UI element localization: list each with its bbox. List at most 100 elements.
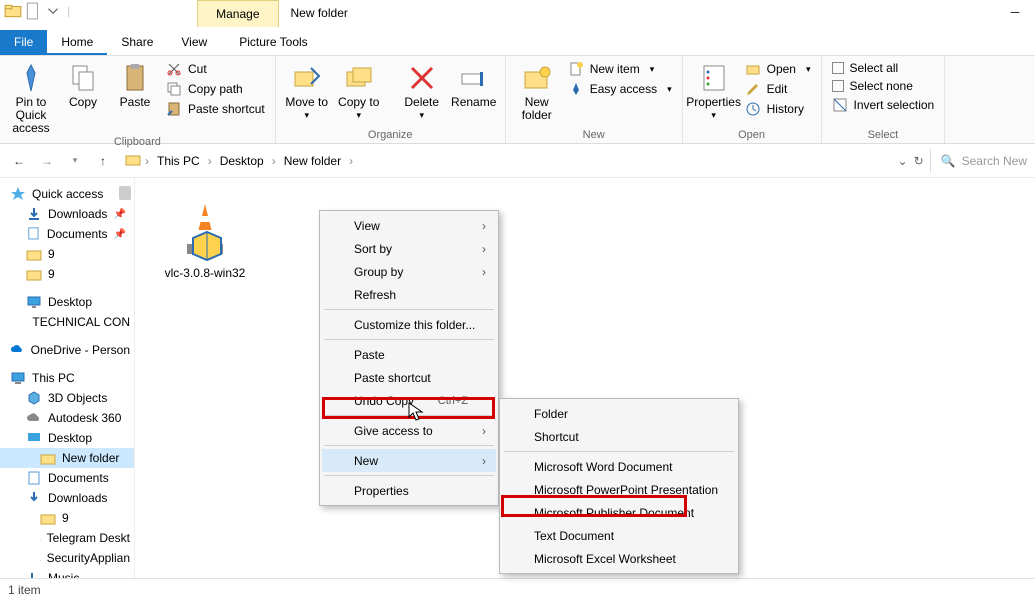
folder-icon bbox=[40, 510, 56, 526]
cut-button[interactable]: Cut bbox=[162, 60, 269, 78]
submenu-powerpoint[interactable]: PMicrosoft PowerPoint Presentation bbox=[502, 478, 736, 501]
copy-to-button[interactable]: Copy to▾ bbox=[334, 58, 384, 121]
folder-icon bbox=[26, 266, 42, 282]
separator bbox=[324, 339, 494, 340]
nav-this-pc[interactable]: This PC bbox=[0, 368, 134, 388]
submenu-word[interactable]: WMicrosoft Word Document bbox=[502, 455, 736, 478]
ribbon-group-new: New folder New item▾ Easy access▾ New bbox=[506, 56, 683, 143]
chevron-right-icon[interactable]: › bbox=[208, 154, 212, 168]
download-icon bbox=[26, 206, 42, 222]
nav-desktop[interactable]: Desktop bbox=[0, 292, 134, 312]
nav-security[interactable]: SecurityApplian bbox=[0, 548, 134, 568]
address-bar: ← → ▾ ↑ › This PC › Desktop › New folder… bbox=[0, 144, 1035, 178]
paste-label: Paste bbox=[120, 96, 151, 109]
ctx-new[interactable]: New› bbox=[322, 449, 496, 472]
scrollbar-thumb[interactable] bbox=[119, 186, 131, 200]
ctx-group-by[interactable]: Group by› bbox=[322, 260, 496, 283]
up-button[interactable]: ↑ bbox=[92, 150, 114, 172]
invert-selection-button[interactable]: Invert selection bbox=[828, 96, 939, 114]
tab-share[interactable]: Share bbox=[107, 30, 167, 55]
submenu-folder[interactable]: Folder bbox=[502, 402, 736, 425]
context-menu: View› Sort by› Group by› Refresh Customi… bbox=[319, 210, 499, 506]
rename-button[interactable]: Rename bbox=[449, 58, 499, 109]
nav-new-folder[interactable]: New folder bbox=[0, 448, 134, 468]
nav-downloads[interactable]: Downloads📌 bbox=[0, 204, 134, 224]
nav-documents[interactable]: Documents📌 bbox=[0, 224, 134, 244]
group-label-organize: Organize bbox=[282, 129, 499, 143]
chevron-right-icon[interactable]: › bbox=[272, 154, 276, 168]
copy-button[interactable]: Copy bbox=[58, 58, 108, 109]
submenu-excel[interactable]: XMicrosoft Excel Worksheet bbox=[502, 547, 736, 570]
chevron-right-icon[interactable]: › bbox=[349, 154, 353, 168]
properties-button[interactable]: Properties▾ bbox=[689, 58, 739, 121]
chevron-right-icon[interactable]: › bbox=[145, 154, 149, 168]
vlc-icon bbox=[173, 198, 237, 262]
tab-file[interactable]: File bbox=[0, 30, 47, 55]
select-all-button[interactable]: Select all bbox=[828, 60, 939, 76]
open-button[interactable]: Open▾ bbox=[741, 60, 815, 78]
ctx-view[interactable]: View› bbox=[322, 214, 496, 237]
chevron-right-icon: › bbox=[482, 242, 486, 256]
ctx-customize[interactable]: Customize this folder... bbox=[322, 313, 496, 336]
forward-button[interactable]: → bbox=[36, 150, 58, 172]
nav-folder-9b[interactable]: 9 bbox=[0, 264, 134, 284]
open-icon bbox=[745, 61, 761, 77]
nav-telegram[interactable]: Telegram Deskt bbox=[0, 528, 134, 548]
pin-icon: 📌 bbox=[114, 229, 130, 240]
crumb-desktop[interactable]: Desktop bbox=[216, 152, 268, 170]
chevron-down-icon[interactable] bbox=[44, 2, 62, 20]
nav-3d-objects[interactable]: 3D Objects bbox=[0, 388, 134, 408]
nav-autodesk[interactable]: Autodesk 360 bbox=[0, 408, 134, 428]
submenu-text[interactable]: Text Document bbox=[502, 524, 736, 547]
move-to-button[interactable]: Move to▾ bbox=[282, 58, 332, 121]
search-icon: 🔍 bbox=[941, 154, 956, 168]
cube-icon bbox=[26, 390, 42, 406]
paste-shortcut-button[interactable]: Paste shortcut bbox=[162, 100, 269, 118]
submenu-shortcut[interactable]: Shortcut bbox=[502, 425, 736, 448]
recent-locations-button[interactable]: ▾ bbox=[64, 150, 86, 172]
ctx-sort-by[interactable]: Sort by› bbox=[322, 237, 496, 260]
nav-onedrive[interactable]: OneDrive - Person bbox=[0, 340, 134, 360]
new-item-button[interactable]: New item▾ bbox=[564, 60, 676, 78]
nav-technical[interactable]: TECHNICAL CON bbox=[0, 312, 134, 332]
cloud-icon bbox=[10, 342, 25, 358]
crumb-new-folder[interactable]: New folder bbox=[280, 152, 345, 170]
status-bar: 1 item bbox=[0, 578, 1035, 600]
delete-button[interactable]: Delete▾ bbox=[397, 58, 447, 121]
ctx-give-access[interactable]: Give access to› bbox=[322, 419, 496, 442]
paste-button[interactable]: Paste bbox=[110, 58, 160, 109]
nav-documents2[interactable]: Documents bbox=[0, 468, 134, 488]
nav-folder-9c[interactable]: 9 bbox=[0, 508, 134, 528]
tab-home[interactable]: Home bbox=[47, 30, 107, 55]
nav-desktop2[interactable]: Desktop bbox=[0, 428, 134, 448]
new-folder-button[interactable]: New folder bbox=[512, 58, 562, 122]
history-button[interactable]: History bbox=[741, 100, 815, 118]
copy-path-button[interactable]: Copy path bbox=[162, 80, 269, 98]
refresh-button[interactable]: ↻ bbox=[914, 154, 924, 168]
ctx-properties[interactable]: Properties bbox=[322, 479, 496, 502]
ctx-paste[interactable]: Paste bbox=[322, 343, 496, 366]
breadcrumb[interactable]: › This PC › Desktop › New folder › bbox=[120, 148, 892, 173]
select-none-button[interactable]: Select none bbox=[828, 78, 939, 94]
nav-quick-access[interactable]: Quick access bbox=[0, 184, 134, 204]
chevron-down-icon[interactable]: ⌄ bbox=[898, 154, 908, 168]
app-icon bbox=[40, 550, 41, 566]
nav-music[interactable]: Music bbox=[0, 568, 134, 578]
separator bbox=[324, 309, 494, 310]
ctx-paste-shortcut[interactable]: Paste shortcut bbox=[322, 366, 496, 389]
submenu-publisher[interactable]: PMicrosoft Publisher Document bbox=[502, 501, 736, 524]
easy-access-button[interactable]: Easy access▾ bbox=[564, 80, 676, 98]
nav-downloads2[interactable]: Downloads bbox=[0, 488, 134, 508]
search-box[interactable]: 🔍 Search New bbox=[930, 149, 1027, 173]
edit-button[interactable]: Edit bbox=[741, 80, 815, 98]
file-item[interactable]: vlc-3.0.8-win32 bbox=[155, 198, 255, 280]
minimize-button[interactable]: ─ bbox=[995, 0, 1035, 24]
pin-to-quick-access-button[interactable]: Pin to Quick access bbox=[6, 58, 56, 136]
tab-view[interactable]: View bbox=[167, 30, 221, 55]
crumb-this-pc[interactable]: This PC bbox=[153, 152, 204, 170]
ctx-refresh[interactable]: Refresh bbox=[322, 283, 496, 306]
tab-picture-tools[interactable]: Picture Tools bbox=[225, 30, 321, 55]
back-button[interactable]: ← bbox=[8, 150, 30, 172]
contextual-tab-manage[interactable]: Manage bbox=[197, 0, 278, 27]
nav-folder-9a[interactable]: 9 bbox=[0, 244, 134, 264]
